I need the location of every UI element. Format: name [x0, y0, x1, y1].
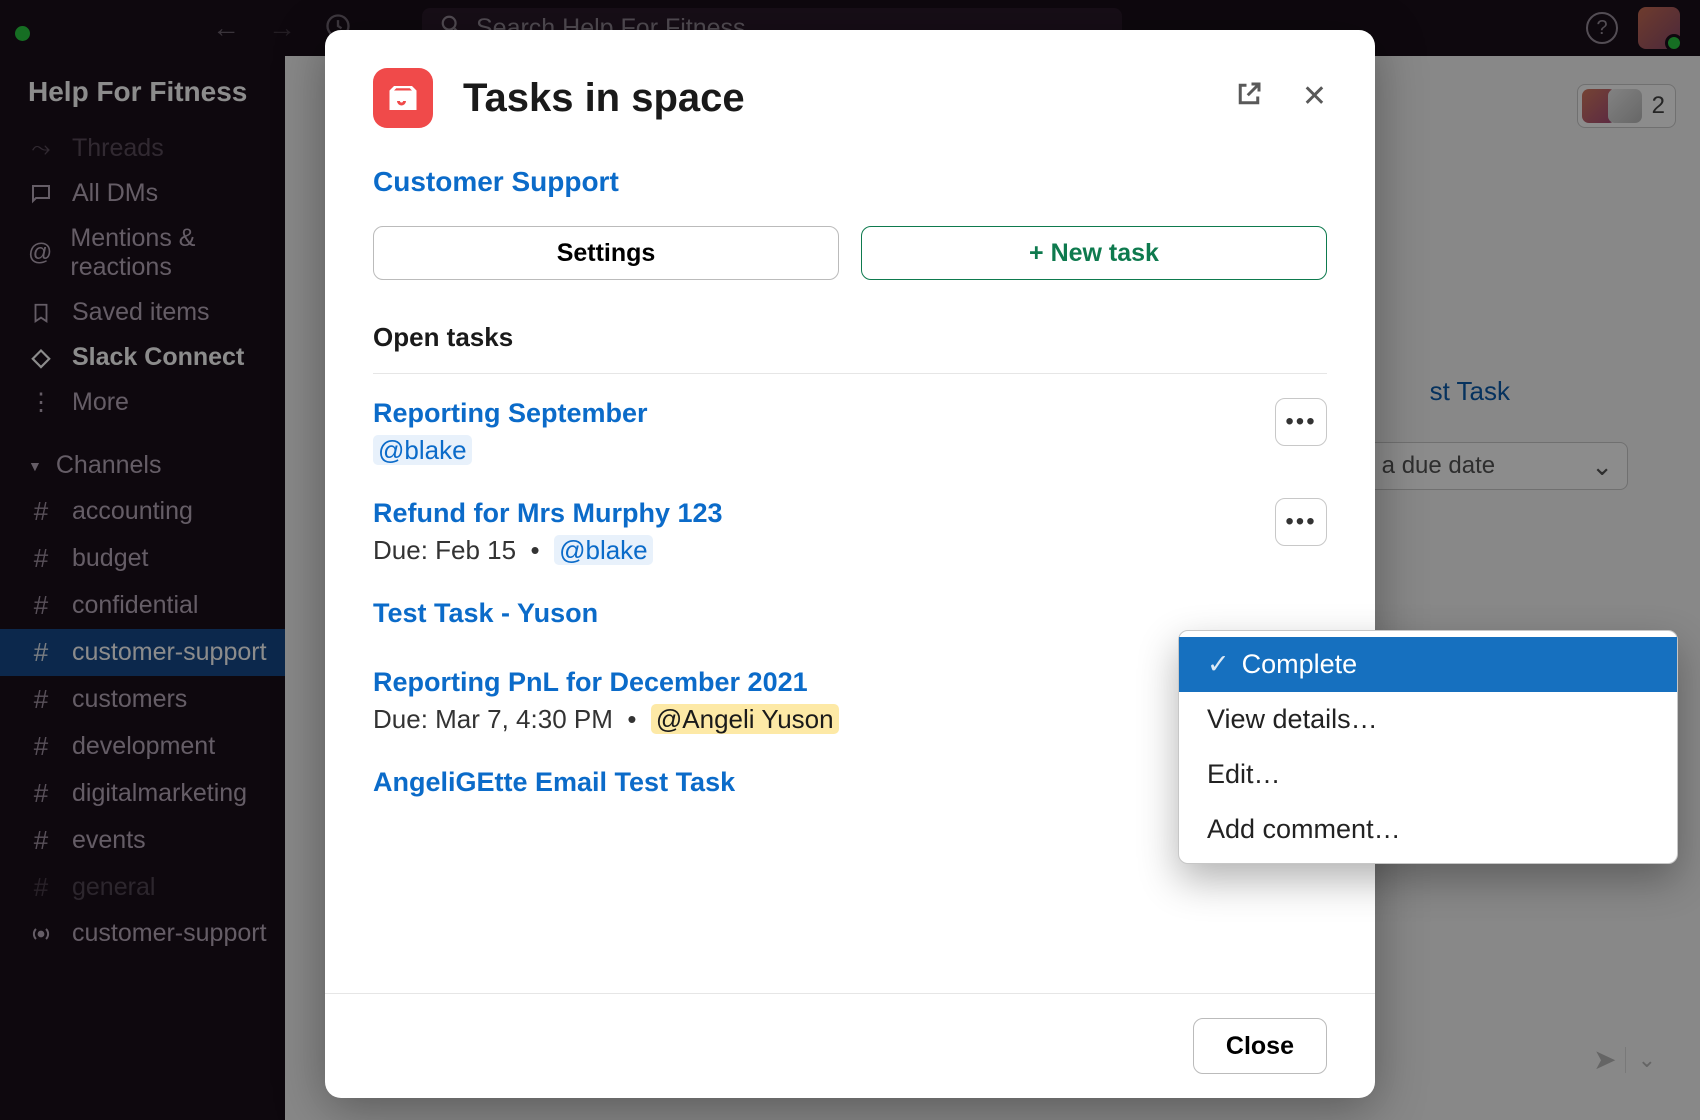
menu-item-complete[interactable]: ✓Complete: [1179, 637, 1677, 692]
task-title[interactable]: Reporting PnL for December 2021: [373, 667, 839, 704]
task-title[interactable]: AngeliGEtte Email Test Task: [373, 767, 735, 804]
mention[interactable]: @Angeli Yuson: [651, 704, 839, 734]
task-title[interactable]: Reporting September: [373, 398, 648, 435]
close-icon[interactable]: ✕: [1302, 79, 1327, 117]
modal-title: Tasks in space: [463, 76, 745, 121]
check-icon: ✓: [1207, 649, 1230, 680]
open-external-icon[interactable]: [1234, 79, 1264, 117]
tasks-modal: Tasks in space ✕ Customer Support Settin…: [325, 30, 1375, 1098]
task-row: Refund for Mrs Murphy 123 Due: Feb 15 • …: [373, 474, 1327, 574]
section-title: Open tasks: [373, 304, 1327, 373]
menu-item-view-details[interactable]: View details…: [1179, 692, 1677, 747]
modal-overlay: Tasks in space ✕ Customer Support Settin…: [0, 0, 1700, 1120]
app-icon: [373, 68, 433, 128]
menu-item-add-comment[interactable]: Add comment…: [1179, 802, 1677, 857]
task-title[interactable]: Refund for Mrs Murphy 123: [373, 498, 723, 535]
context-menu: ✓Complete View details… Edit… Add commen…: [1178, 630, 1678, 864]
settings-button[interactable]: Settings: [373, 226, 839, 280]
mention[interactable]: @blake: [373, 435, 472, 465]
task-title[interactable]: Test Task - Yuson: [373, 598, 598, 635]
task-menu-button[interactable]: •••: [1275, 498, 1327, 546]
mention[interactable]: @blake: [554, 535, 653, 565]
new-task-button[interactable]: + New task: [861, 226, 1327, 280]
space-link[interactable]: Customer Support: [373, 140, 1327, 226]
task-menu-button[interactable]: •••: [1275, 398, 1327, 446]
task-row: Reporting September @blake •••: [373, 374, 1327, 474]
menu-item-edit[interactable]: Edit…: [1179, 747, 1677, 802]
close-button[interactable]: Close: [1193, 1018, 1327, 1074]
